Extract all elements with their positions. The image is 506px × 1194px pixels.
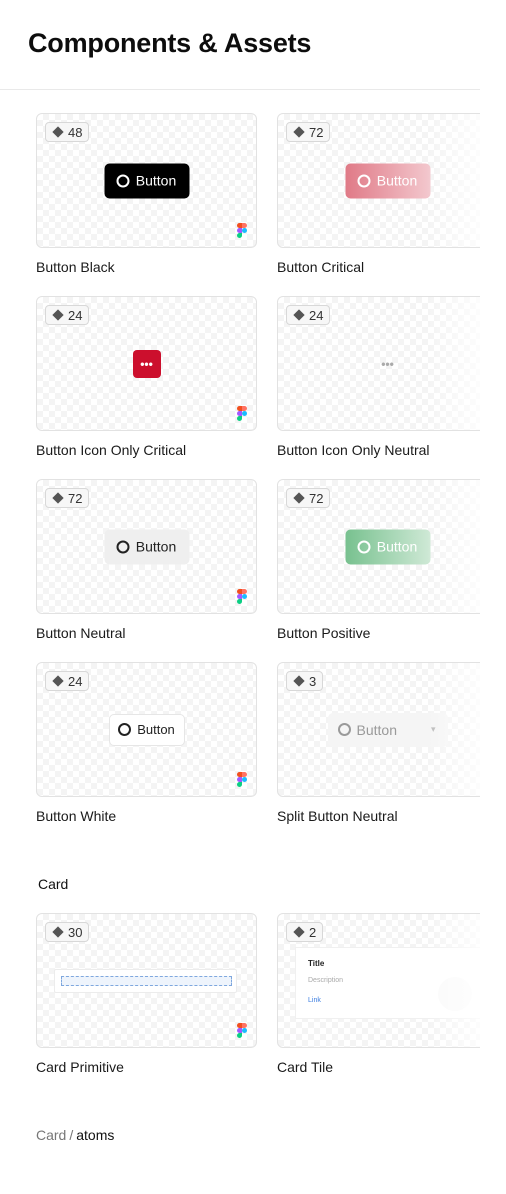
asset-card-button-icon-only-critical[interactable]: 24 ••• Button Icon Only Critical xyxy=(36,296,257,458)
asset-card-split-button-neutral[interactable]: 3 Button ▾ Split Button Neutral xyxy=(277,662,480,824)
variant-count: 72 xyxy=(309,124,324,140)
asset-thumbnail[interactable]: 3 Button ▾ xyxy=(277,662,480,797)
figma-icon xyxy=(237,772,247,787)
asset-card-card-primitive[interactable]: 30 Card Primitive xyxy=(36,913,257,1075)
button-preview: Button xyxy=(345,529,430,564)
variant-count: 24 xyxy=(309,307,324,323)
button-preview: Button xyxy=(104,163,189,198)
variant-count: 2 xyxy=(309,924,317,940)
gear-icon xyxy=(116,540,130,553)
section-heading-card[interactable]: Card xyxy=(38,876,68,892)
asset-thumbnail[interactable]: 30 xyxy=(36,913,257,1048)
variant-count: 30 xyxy=(68,924,83,940)
variant-count-badge: 30 xyxy=(45,922,90,942)
more-horizontal-icon: ••• xyxy=(381,356,394,371)
variant-count-badge: 24 xyxy=(45,671,90,691)
asset-name: Button Neutral xyxy=(36,625,126,641)
button-preview: Button xyxy=(345,163,430,198)
button-preview: Button xyxy=(108,713,185,746)
asset-thumbnail[interactable]: 24 ••• xyxy=(36,296,257,431)
tile-link: Link xyxy=(308,997,321,1004)
breadcrumb: Card / atoms xyxy=(36,1127,114,1143)
button-preview: Button xyxy=(104,529,189,564)
breadcrumb-current: atoms xyxy=(76,1127,115,1143)
assets-scroll-area[interactable]: 48 Button Button Black 72 Button Button … xyxy=(0,91,480,1194)
asset-card-button-black[interactable]: 48 Button Button Black xyxy=(36,113,257,275)
figma-icon xyxy=(237,223,247,238)
variant-count-badge: 24 xyxy=(45,305,90,325)
asset-thumbnail[interactable]: 48 Button xyxy=(36,113,257,248)
variant-count-badge: 3 xyxy=(286,671,324,691)
variant-count: 24 xyxy=(68,673,83,689)
asset-card-button-white[interactable]: 24 Button Button White xyxy=(36,662,257,824)
variant-count: 72 xyxy=(309,490,324,506)
asset-thumbnail[interactable]: 24 ••• xyxy=(277,296,480,431)
asset-name: Button Positive xyxy=(277,625,371,641)
component-icon xyxy=(293,492,305,504)
asset-name: Card Primitive xyxy=(36,1059,124,1075)
asset-name: Button Icon Only Critical xyxy=(36,442,187,458)
variant-count: 3 xyxy=(309,673,317,689)
asset-card-button-critical[interactable]: 72 Button Button Critical xyxy=(277,113,480,275)
asset-name: Card Tile xyxy=(277,1059,334,1075)
tile-description: Description xyxy=(308,977,344,984)
component-icon xyxy=(293,126,305,138)
asset-name: Button Icon Only Neutral xyxy=(277,442,430,458)
asset-card-button-icon-only-neutral[interactable]: 24 ••• Button Icon Only Neutral xyxy=(277,296,480,458)
button-preview-label: Button xyxy=(356,721,397,738)
variant-count-badge: 48 xyxy=(45,122,90,142)
component-icon xyxy=(52,309,64,321)
page-title: Components & Assets xyxy=(28,28,312,58)
asset-thumbnail[interactable]: 2 Title Description Link xyxy=(277,913,480,1048)
chevron-down-icon: ▾ xyxy=(430,724,436,734)
component-icon xyxy=(52,492,64,504)
asset-name: Split Button Neutral xyxy=(277,808,398,824)
component-icon xyxy=(293,309,305,321)
button-preview-label: Button xyxy=(135,172,177,189)
component-icon xyxy=(52,926,64,938)
card-primitive-preview xyxy=(54,969,237,993)
variant-count-badge: 2 xyxy=(286,922,324,942)
button-preview-label: Button xyxy=(137,722,175,737)
variant-count-badge: 72 xyxy=(45,488,90,508)
component-icon xyxy=(52,126,64,138)
asset-thumbnail[interactable]: 72 Button xyxy=(277,113,480,248)
asset-thumbnail[interactable]: 72 Button xyxy=(36,479,257,614)
figma-icon xyxy=(237,406,247,421)
component-icon xyxy=(52,675,64,687)
breadcrumb-separator: / xyxy=(69,1127,74,1143)
asset-card-button-neutral[interactable]: 72 Button Button Neutral xyxy=(36,479,257,641)
variant-count-badge: 72 xyxy=(286,122,331,142)
asset-name: Button Critical xyxy=(277,259,365,275)
figma-icon xyxy=(237,589,247,604)
variant-count-badge: 24 xyxy=(286,305,331,325)
gear-icon xyxy=(337,723,351,736)
figma-icon xyxy=(237,1023,247,1038)
asset-name: Button Black xyxy=(36,259,115,275)
button-preview-label: Button xyxy=(376,172,418,189)
gear-icon xyxy=(357,174,371,187)
asset-card-button-positive[interactable]: 72 Button Button Positive xyxy=(277,479,480,641)
button-preview-label: Button xyxy=(135,538,177,555)
asset-thumbnail[interactable]: 72 Button xyxy=(277,479,480,614)
split-button-preview: Button ▾ xyxy=(327,712,448,747)
gear-icon xyxy=(116,174,130,187)
asset-name: Button White xyxy=(36,808,117,824)
more-horizontal-icon: ••• xyxy=(132,349,161,378)
tile-title: Title xyxy=(308,959,325,968)
breadcrumb-parent[interactable]: Card xyxy=(36,1127,66,1143)
slot-placeholder xyxy=(61,976,232,986)
component-icon xyxy=(293,675,305,687)
component-icon xyxy=(293,926,305,938)
gear-icon xyxy=(118,723,132,736)
variant-count-badge: 72 xyxy=(286,488,331,508)
variant-count: 72 xyxy=(68,490,83,506)
variant-count: 48 xyxy=(68,124,83,140)
gear-icon xyxy=(357,540,371,553)
asset-thumbnail[interactable]: 24 Button xyxy=(36,662,257,797)
page-header: Components & Assets xyxy=(0,0,480,90)
variant-count: 24 xyxy=(68,307,83,323)
asset-card-card-tile[interactable]: 2 Title Description Link Card Tile xyxy=(277,913,480,1075)
button-preview-label: Button xyxy=(376,538,418,555)
